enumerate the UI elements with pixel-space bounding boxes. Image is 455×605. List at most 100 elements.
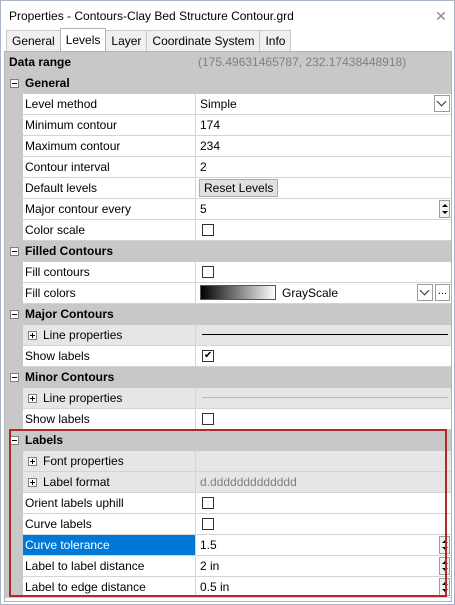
- minor-show-labels-checkbox[interactable]: [202, 413, 214, 425]
- contour-interval-field[interactable]: 2: [196, 157, 451, 178]
- minimum-contour-label: Minimum contour: [25, 118, 118, 132]
- collapse-icon[interactable]: [10, 79, 19, 88]
- label-format-value: d.ddddddddddddd: [200, 475, 297, 489]
- data-range-value: (175.49631465787, 232.17438448918): [198, 55, 407, 69]
- reset-levels-button[interactable]: Reset Levels: [199, 179, 279, 197]
- category-major-contours[interactable]: Major Contours: [5, 304, 451, 325]
- label-to-edge-distance-label: Label to edge distance: [25, 580, 146, 594]
- category-minor-contours-label: Minor Contours: [25, 370, 115, 384]
- fill-colors-select[interactable]: GrayScale ...: [196, 283, 451, 304]
- dropdown-button[interactable]: [434, 95, 450, 112]
- minor-line-properties-label: Line properties: [43, 391, 123, 405]
- orient-labels-uphill-label: Orient labels uphill: [25, 496, 124, 510]
- row-contour-interval[interactable]: Contour interval 2: [5, 157, 451, 178]
- maximum-contour-field[interactable]: 234: [196, 136, 451, 157]
- category-filled-contours[interactable]: Filled Contours: [5, 241, 451, 262]
- tab-layer[interactable]: Layer: [105, 30, 148, 51]
- category-filled-contours-label: Filled Contours: [25, 244, 113, 258]
- colormap-swatch: [200, 285, 276, 300]
- row-color-scale[interactable]: Color scale: [5, 220, 451, 241]
- fill-contours-checkbox[interactable]: [202, 266, 214, 278]
- fill-contours-label: Fill contours: [25, 265, 90, 279]
- chevron-down-icon: [419, 285, 430, 296]
- window-title: Properties - Contours-Clay Bed Structure…: [9, 9, 294, 23]
- color-scale-checkbox[interactable]: [202, 224, 214, 236]
- category-major-contours-label: Major Contours: [25, 307, 114, 321]
- row-curve-labels[interactable]: Curve labels: [5, 514, 451, 535]
- properties-window: Properties - Contours-Clay Bed Structure…: [0, 0, 455, 605]
- spinner-icon[interactable]: [439, 557, 450, 575]
- line-preview: [202, 334, 448, 335]
- label-to-edge-distance-field[interactable]: 0.5 in: [196, 577, 451, 598]
- row-font-properties[interactable]: Font properties: [5, 451, 451, 472]
- color-scale-label: Color scale: [25, 223, 86, 237]
- row-orient-labels-uphill[interactable]: Orient labels uphill: [5, 493, 451, 514]
- chevron-down-icon: [436, 96, 447, 107]
- row-label-to-label-distance[interactable]: Label to label distance 2 in: [5, 556, 451, 577]
- tab-info[interactable]: Info: [259, 30, 292, 51]
- curve-labels-checkbox[interactable]: [202, 518, 214, 530]
- major-line-properties-label: Line properties: [43, 328, 123, 342]
- data-range-row: Data range (175.49631465787, 232.1743844…: [5, 52, 451, 73]
- category-general[interactable]: General: [5, 73, 451, 94]
- spinner-icon[interactable]: [439, 200, 450, 218]
- row-minimum-contour[interactable]: Minimum contour 174: [5, 115, 451, 136]
- category-labels[interactable]: Labels: [5, 430, 451, 451]
- major-show-labels-checkbox[interactable]: ✔: [202, 350, 214, 362]
- category-general-label: General: [25, 76, 70, 90]
- level-method-value: Simple: [200, 97, 237, 111]
- category-minor-contours[interactable]: Minor Contours: [5, 367, 451, 388]
- row-label-format[interactable]: Label format d.ddddddddddddd: [5, 472, 451, 493]
- spinner-icon[interactable]: [439, 578, 450, 596]
- fill-colors-label: Fill colors: [25, 286, 76, 300]
- label-to-label-distance-field[interactable]: 2 in: [196, 556, 451, 577]
- checkmark-icon: ✔: [204, 350, 213, 361]
- major-contour-every-field[interactable]: 5: [196, 199, 451, 220]
- property-grid: Data range (175.49631465787, 232.1743844…: [4, 51, 452, 602]
- row-minor-line-properties[interactable]: Line properties: [5, 388, 451, 409]
- close-icon[interactable]: ✕: [428, 8, 454, 25]
- expand-icon[interactable]: [28, 331, 37, 340]
- row-fill-contours[interactable]: Fill contours: [5, 262, 451, 283]
- row-default-levels[interactable]: Default levels Reset Levels: [5, 178, 451, 199]
- row-maximum-contour[interactable]: Maximum contour 234: [5, 136, 451, 157]
- default-levels-label: Default levels: [25, 181, 98, 195]
- collapse-icon[interactable]: [10, 436, 19, 445]
- row-minor-show-labels[interactable]: Show labels: [5, 409, 451, 430]
- line-preview: [202, 397, 448, 398]
- row-major-line-properties[interactable]: Line properties: [5, 325, 451, 346]
- maximum-contour-label: Maximum contour: [25, 139, 121, 153]
- collapse-icon[interactable]: [10, 310, 19, 319]
- row-label-to-edge-distance[interactable]: Label to edge distance 0.5 in: [5, 577, 451, 598]
- row-fill-colors[interactable]: Fill colors GrayScale ...: [5, 283, 451, 304]
- row-major-show-labels[interactable]: Show labels ✔: [5, 346, 451, 367]
- minimum-contour-field[interactable]: 174: [196, 115, 451, 136]
- label-to-label-distance-label: Label to label distance: [25, 559, 145, 573]
- row-curve-tolerance[interactable]: Curve tolerance 1.5: [5, 535, 451, 556]
- level-method-select[interactable]: Simple: [196, 94, 451, 115]
- expand-icon[interactable]: [28, 478, 37, 487]
- title-bar: Properties - Contours-Clay Bed Structure…: [1, 1, 454, 31]
- dropdown-button[interactable]: [417, 284, 433, 301]
- major-show-labels-label: Show labels: [25, 349, 90, 363]
- contour-interval-label: Contour interval: [25, 160, 110, 174]
- expand-icon[interactable]: [28, 394, 37, 403]
- collapse-icon[interactable]: [10, 373, 19, 382]
- curve-labels-label: Curve labels: [25, 517, 92, 531]
- row-level-method[interactable]: Level method Simple: [5, 94, 451, 115]
- category-labels-label: Labels: [25, 433, 64, 447]
- font-properties-label: Font properties: [43, 454, 124, 468]
- label-format-label: Label format: [43, 475, 110, 489]
- spinner-icon[interactable]: [439, 536, 450, 554]
- ellipsis-button[interactable]: ...: [435, 284, 450, 301]
- tab-general[interactable]: General: [6, 30, 61, 51]
- tab-coordinate-system[interactable]: Coordinate System: [146, 30, 261, 51]
- collapse-icon[interactable]: [10, 247, 19, 256]
- fill-colors-value: GrayScale: [282, 286, 339, 300]
- curve-tolerance-label: Curve tolerance: [25, 538, 110, 552]
- orient-labels-uphill-checkbox[interactable]: [202, 497, 214, 509]
- expand-icon[interactable]: [28, 457, 37, 466]
- curve-tolerance-field[interactable]: 1.5: [196, 535, 451, 556]
- row-major-contour-every[interactable]: Major contour every 5: [5, 199, 451, 220]
- tab-levels[interactable]: Levels: [59, 28, 107, 51]
